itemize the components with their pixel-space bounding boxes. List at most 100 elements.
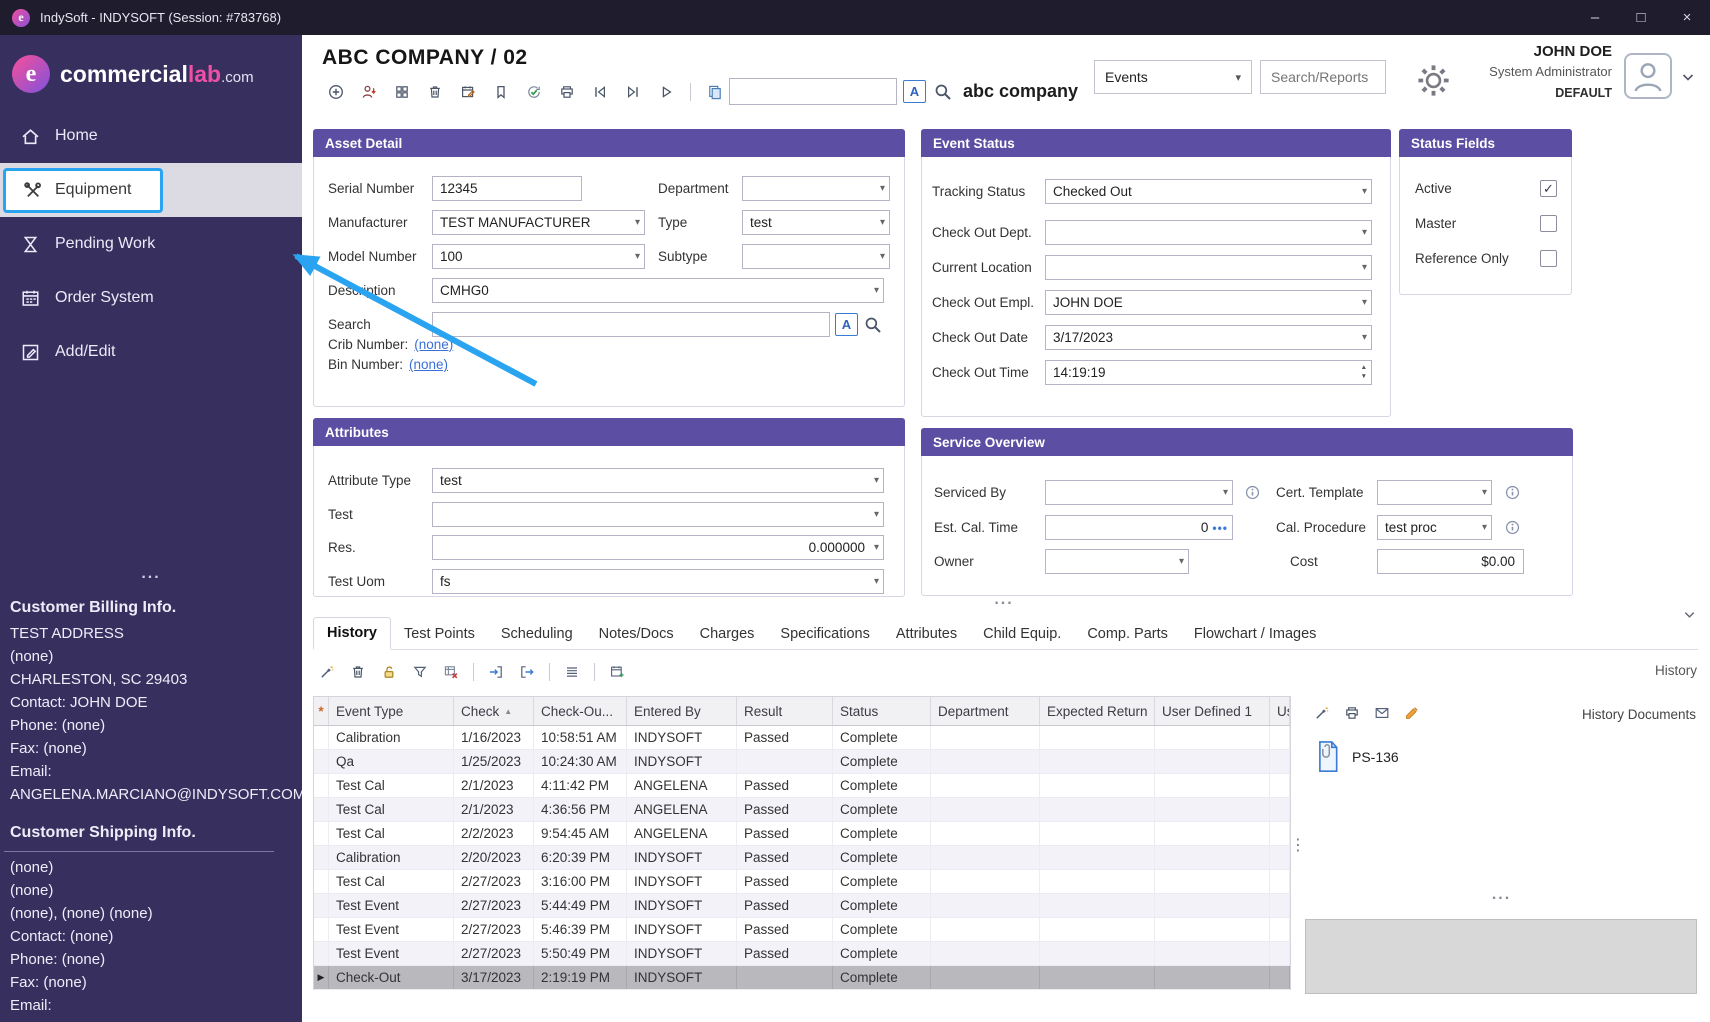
configure-button[interactable]	[1311, 702, 1333, 724]
crib-number-link[interactable]: (none)	[414, 337, 453, 352]
sidebar-item-pending-work[interactable]: Pending Work	[0, 217, 302, 271]
tab-child-equip[interactable]: Child Equip.	[970, 619, 1074, 649]
sidebar-item-equipment[interactable]: Equipment	[0, 163, 302, 217]
status-sync-button[interactable]	[523, 81, 545, 103]
description-combo[interactable]: CMHG0▾	[432, 278, 884, 303]
delete-button[interactable]	[347, 661, 369, 683]
quick-search-input[interactable]	[729, 78, 897, 105]
clone-button[interactable]	[391, 81, 413, 103]
check-in-user-button[interactable]	[358, 81, 380, 103]
model-number-combo[interactable]: 100▾	[432, 244, 645, 269]
settings-gear-button[interactable]	[1415, 62, 1452, 104]
auto-search-toggle[interactable]: A	[835, 313, 858, 336]
column-header-user-defined-1[interactable]: User Defined 1	[1155, 697, 1270, 725]
first-record-button[interactable]	[589, 81, 611, 103]
maximize-button[interactable]: □	[1618, 0, 1664, 35]
unlock-button[interactable]	[378, 661, 400, 683]
close-button[interactable]: ×	[1664, 0, 1710, 35]
cert-template-combo[interactable]: ▾	[1377, 480, 1492, 505]
column-header-expected-return[interactable]: Expected Return	[1040, 697, 1155, 725]
tab-test-points[interactable]: Test Points	[391, 619, 488, 649]
subtype-combo[interactable]: ▾	[742, 244, 890, 269]
column-header-check[interactable]: Check▲	[454, 697, 534, 725]
table-row[interactable]: Test Cal2/2/20239:54:45 AMANGELENAPassed…	[314, 822, 1290, 846]
info-icon[interactable]	[1244, 484, 1261, 501]
sidebar-item-home[interactable]: Home	[0, 109, 302, 163]
table-row[interactable]: Test Event2/27/20235:46:39 PMINDYSOFTPas…	[314, 918, 1290, 942]
tab-notes-docs[interactable]: Notes/Docs	[586, 619, 687, 649]
print-button[interactable]	[556, 81, 578, 103]
schedule-button[interactable]	[606, 661, 628, 683]
check-out-empl-combo[interactable]: JOHN DOE▾	[1045, 290, 1372, 315]
search-icon[interactable]	[933, 82, 953, 107]
test-combo[interactable]: ▾	[432, 502, 884, 527]
sidebar-item-add-edit[interactable]: Add/Edit	[0, 325, 302, 379]
tab-scheduling[interactable]: Scheduling	[488, 619, 586, 649]
check-out-button[interactable]	[516, 661, 538, 683]
table-row[interactable]: Test Event2/27/20235:44:49 PMINDYSOFTPas…	[314, 894, 1290, 918]
table-row[interactable]: Calibration2/20/20236:20:39 PMINDYSOFTPa…	[314, 846, 1290, 870]
panels-expander[interactable]: ...	[954, 591, 1054, 609]
department-combo[interactable]: ▾	[742, 176, 890, 201]
ellipsis-button[interactable]: •••	[1212, 521, 1228, 535]
type-combo[interactable]: test▾	[742, 210, 890, 235]
auto-search-toggle[interactable]: A	[903, 80, 926, 103]
tab-specifications[interactable]: Specifications	[767, 619, 882, 649]
info-icon[interactable]	[1504, 519, 1521, 536]
table-row[interactable]: Qa1/25/202310:24:30 AMINDYSOFTComplete	[314, 750, 1290, 774]
column-header-department[interactable]: Department	[931, 697, 1040, 725]
last-record-button[interactable]	[622, 81, 644, 103]
test-uom-combo[interactable]: fs▾	[432, 569, 884, 594]
column-header-check-ou[interactable]: Check-Ou...	[534, 697, 627, 725]
checkbox-active[interactable]: ✓	[1540, 180, 1557, 197]
print-button[interactable]	[1341, 702, 1363, 724]
brand-logo[interactable]: e commerciallab.com	[0, 35, 302, 109]
events-dropdown[interactable]: Events ▾	[1094, 60, 1252, 94]
annotate-button[interactable]	[1401, 702, 1423, 724]
check-out-dept-combo[interactable]: ▾	[1045, 220, 1372, 245]
attribute-type-combo[interactable]: test▾	[432, 468, 884, 493]
est-cal-time-field[interactable]: 0•••	[1045, 515, 1233, 540]
tab-comp-parts[interactable]: Comp. Parts	[1074, 619, 1181, 649]
current-location-combo[interactable]: ▾	[1045, 255, 1372, 280]
bin-number-link[interactable]: (none)	[409, 357, 448, 372]
avatar[interactable]	[1624, 53, 1672, 99]
tab-charges[interactable]: Charges	[687, 619, 768, 649]
event-edit-button[interactable]	[457, 81, 479, 103]
column-header-status[interactable]: Status	[833, 697, 931, 725]
column-header-result[interactable]: Result	[737, 697, 833, 725]
column-header-event-type[interactable]: Event Type	[329, 697, 454, 725]
checkbox-master[interactable]	[1540, 215, 1557, 232]
search-reports-input[interactable]	[1260, 60, 1386, 94]
filter-button[interactable]	[409, 661, 431, 683]
column-header-us[interactable]: Us	[1270, 697, 1290, 725]
configure-button[interactable]	[316, 661, 338, 683]
table-row[interactable]: Test Cal2/1/20234:36:56 PMANGELENAPassed…	[314, 798, 1290, 822]
document-item[interactable]: PS-136	[1315, 740, 1399, 773]
sidebar-more[interactable]: ...	[0, 565, 302, 583]
asset-search-input[interactable]	[432, 312, 830, 337]
manufacturer-combo[interactable]: TEST MANUFACTURER▾	[432, 210, 645, 235]
table-row[interactable]: ▶Check-Out3/17/20232:19:19 PMINDYSOFTCom…	[314, 966, 1290, 990]
checkbox-reference-only[interactable]	[1540, 250, 1557, 267]
add-button[interactable]	[325, 81, 347, 103]
serviced-by-combo[interactable]: ▾	[1045, 480, 1233, 505]
remove-table-button[interactable]	[440, 661, 462, 683]
table-row[interactable]: Test Cal2/1/20234:11:42 PMANGELENAPassed…	[314, 774, 1290, 798]
tab-attributes[interactable]: Attributes	[883, 619, 970, 649]
info-icon[interactable]	[1504, 484, 1521, 501]
serial-number-input[interactable]	[432, 176, 582, 201]
table-row[interactable]: Test Cal2/27/20233:16:00 PMINDYSOFTPasse…	[314, 870, 1290, 894]
minimize-button[interactable]: –	[1572, 0, 1618, 35]
table-row[interactable]: Test Event2/27/20235:50:49 PMINDYSOFTPas…	[314, 942, 1290, 966]
email-button[interactable]	[1371, 702, 1393, 724]
copy-records-button[interactable]	[704, 81, 726, 103]
owner-combo[interactable]: ▾	[1045, 549, 1189, 574]
user-menu-chevron[interactable]	[1680, 69, 1696, 90]
cal-procedure-combo[interactable]: test proc▾	[1377, 515, 1492, 540]
res-combo[interactable]: 0.000000▾	[432, 535, 884, 560]
run-button[interactable]	[655, 81, 677, 103]
user-block[interactable]: JOHN DOE System Administrator DEFAULT	[1460, 43, 1612, 100]
check-in-button[interactable]	[485, 661, 507, 683]
delete-button[interactable]	[424, 81, 446, 103]
